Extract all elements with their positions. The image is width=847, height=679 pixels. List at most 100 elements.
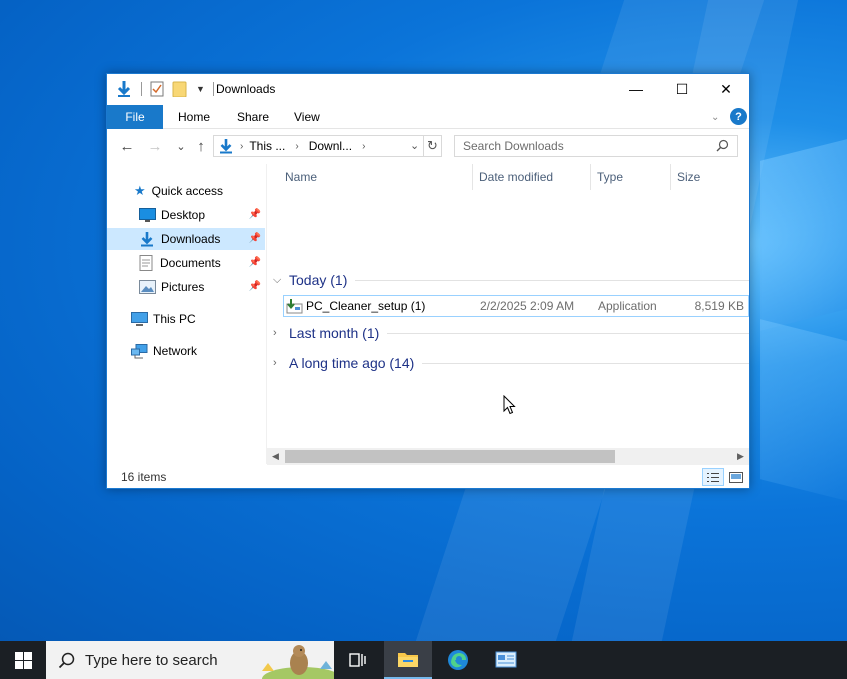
sidebar-item-quick-access[interactable]: ★ Quick access	[107, 180, 265, 202]
search-input[interactable]: Search Downloads	[454, 135, 738, 157]
sidebar-item-label: This PC	[153, 312, 196, 326]
search-highlight-illustration	[254, 641, 334, 679]
column-divider[interactable]	[472, 164, 473, 190]
item-count: 16 items	[121, 470, 167, 484]
quick-access-toolbar: ▼	[115, 80, 214, 98]
column-header-date-modified[interactable]: Date modified	[479, 162, 553, 192]
windows-logo-icon	[14, 651, 32, 669]
navigation-pane: ★ Quick access Desktop 📌 Downloads 📌 Doc…	[107, 170, 267, 462]
group-label: Last month (1)	[289, 325, 380, 341]
sidebar-item-label: Pictures	[161, 280, 205, 294]
column-divider[interactable]	[670, 164, 671, 190]
column-header-size[interactable]: Size	[677, 162, 700, 192]
tab-file[interactable]: File	[107, 105, 163, 129]
sidebar-item-documents[interactable]: Documents 📌	[107, 252, 265, 274]
scrollbar-thumb[interactable]	[285, 450, 615, 463]
sidebar-item-this-pc[interactable]: This PC	[107, 308, 265, 330]
taskbar-search-placeholder: Type here to search	[85, 651, 218, 669]
customize-qat-icon[interactable]: ▼	[196, 84, 205, 94]
group-label: A long time ago (14)	[289, 355, 415, 371]
navigation-bar: ← → ⌄ ↑ › This ... › Downl... › ⌄ ↻ Sear…	[107, 130, 749, 162]
file-date-modified: 2/2/2025 2:09 AM	[480, 299, 575, 313]
window-title: Downloads	[216, 82, 276, 96]
pin-icon[interactable]: 📌	[249, 257, 261, 268]
maximize-button[interactable]: ☐	[659, 74, 705, 104]
tab-view[interactable]: View	[294, 105, 320, 129]
edge-taskbar-button[interactable]	[434, 641, 482, 679]
start-button[interactable]	[0, 641, 46, 679]
pin-icon[interactable]: 📌	[249, 233, 261, 244]
scroll-right-icon[interactable]: ▶	[732, 448, 749, 465]
column-header-type[interactable]: Type	[597, 162, 623, 192]
recent-locations-button[interactable]: ⌄	[171, 136, 191, 156]
breadcrumb-separator-icon: ›	[295, 140, 299, 152]
ribbon-tabs: File Home Share View ⌄ ?	[107, 105, 749, 129]
task-view-button[interactable]	[334, 641, 382, 679]
file-type: Application	[598, 299, 657, 313]
address-bar[interactable]: › This ... › Downl... › ⌄	[213, 135, 442, 157]
taskbar-search-box[interactable]: Type here to search	[46, 641, 334, 679]
installer-icon	[286, 298, 303, 314]
back-button[interactable]: ←	[117, 136, 137, 156]
pin-icon[interactable]: 📌	[249, 281, 261, 292]
sidebar-item-downloads[interactable]: Downloads 📌	[107, 228, 265, 250]
sidebar-item-network[interactable]: Network	[107, 340, 265, 362]
chevron-right-icon: ›	[273, 327, 277, 339]
forward-button[interactable]: →	[145, 136, 165, 156]
chevron-right-icon: ›	[273, 357, 277, 369]
group-header-long-time-ago[interactable]: › A long time ago (14)	[273, 352, 749, 374]
control-panel-icon	[495, 651, 517, 668]
large-icons-view-icon[interactable]	[725, 468, 747, 486]
refresh-button[interactable]: ↻	[423, 135, 442, 157]
close-button[interactable]: ✕	[703, 74, 749, 104]
group-label: Today (1)	[289, 272, 348, 288]
group-header-last-month[interactable]: › Last month (1)	[273, 322, 749, 344]
horizontal-scrollbar[interactable]: ◀ ▶	[267, 448, 749, 465]
search-icon	[58, 652, 75, 669]
breadcrumb-separator-icon: ›	[362, 140, 366, 152]
new-folder-icon[interactable]	[172, 81, 188, 97]
minimize-button[interactable]: —	[613, 74, 659, 104]
control-panel-taskbar-button[interactable]	[482, 641, 530, 679]
sidebar-item-label: Desktop	[161, 208, 206, 222]
sidebar-item-label: Network	[153, 344, 198, 358]
breadcrumb-downloads[interactable]: Downl...	[309, 139, 352, 153]
sidebar-item-label: Quick access	[151, 184, 224, 198]
download-arrow-icon	[115, 80, 133, 98]
pictures-icon	[139, 280, 156, 294]
star-icon: ★	[134, 183, 146, 198]
details-view-icon[interactable]	[702, 468, 724, 486]
scroll-left-icon[interactable]: ◀	[267, 448, 284, 465]
taskbar: Type here to search	[0, 641, 847, 679]
file-explorer-icon	[398, 653, 418, 667]
tab-home[interactable]: Home	[178, 105, 210, 129]
group-header-today[interactable]: ⌵ Today (1)	[273, 269, 749, 291]
pin-icon[interactable]: 📌	[249, 209, 261, 220]
sidebar-item-pictures[interactable]: Pictures 📌	[107, 276, 265, 298]
file-explorer-taskbar-button[interactable]	[384, 641, 432, 679]
network-icon	[131, 343, 148, 359]
help-icon[interactable]: ?	[730, 108, 747, 125]
task-view-icon	[349, 653, 366, 667]
computer-icon	[131, 311, 148, 327]
download-icon	[139, 231, 155, 247]
address-dropdown-icon[interactable]: ⌄	[410, 139, 419, 152]
mouse-cursor-icon	[503, 394, 516, 418]
search-placeholder: Search Downloads	[463, 139, 564, 153]
file-name: PC_Cleaner_setup (1)	[306, 299, 426, 313]
table-row[interactable]: PC_Cleaner_setup (1) 2/2/2025 2:09 AM Ap…	[283, 295, 749, 317]
edge-icon	[448, 650, 468, 670]
breadcrumb-this-pc[interactable]: This ...	[249, 139, 285, 153]
up-button[interactable]: ↑	[191, 136, 211, 156]
properties-icon[interactable]	[150, 81, 164, 97]
title-bar[interactable]: ▼ Downloads — ☐ ✕	[107, 74, 749, 104]
documents-icon	[139, 255, 153, 271]
breadcrumb-separator-icon: ›	[240, 140, 244, 152]
tab-share[interactable]: Share	[237, 105, 269, 129]
column-divider[interactable]	[590, 164, 591, 190]
expand-ribbon-icon[interactable]: ⌄	[711, 105, 719, 129]
sidebar-item-desktop[interactable]: Desktop 📌	[107, 204, 265, 226]
column-header-name[interactable]: Name	[285, 162, 317, 192]
downloads-location-icon	[218, 138, 234, 154]
file-explorer-window[interactable]: ▼ Downloads — ☐ ✕ File Home Share View ⌄…	[106, 73, 750, 489]
